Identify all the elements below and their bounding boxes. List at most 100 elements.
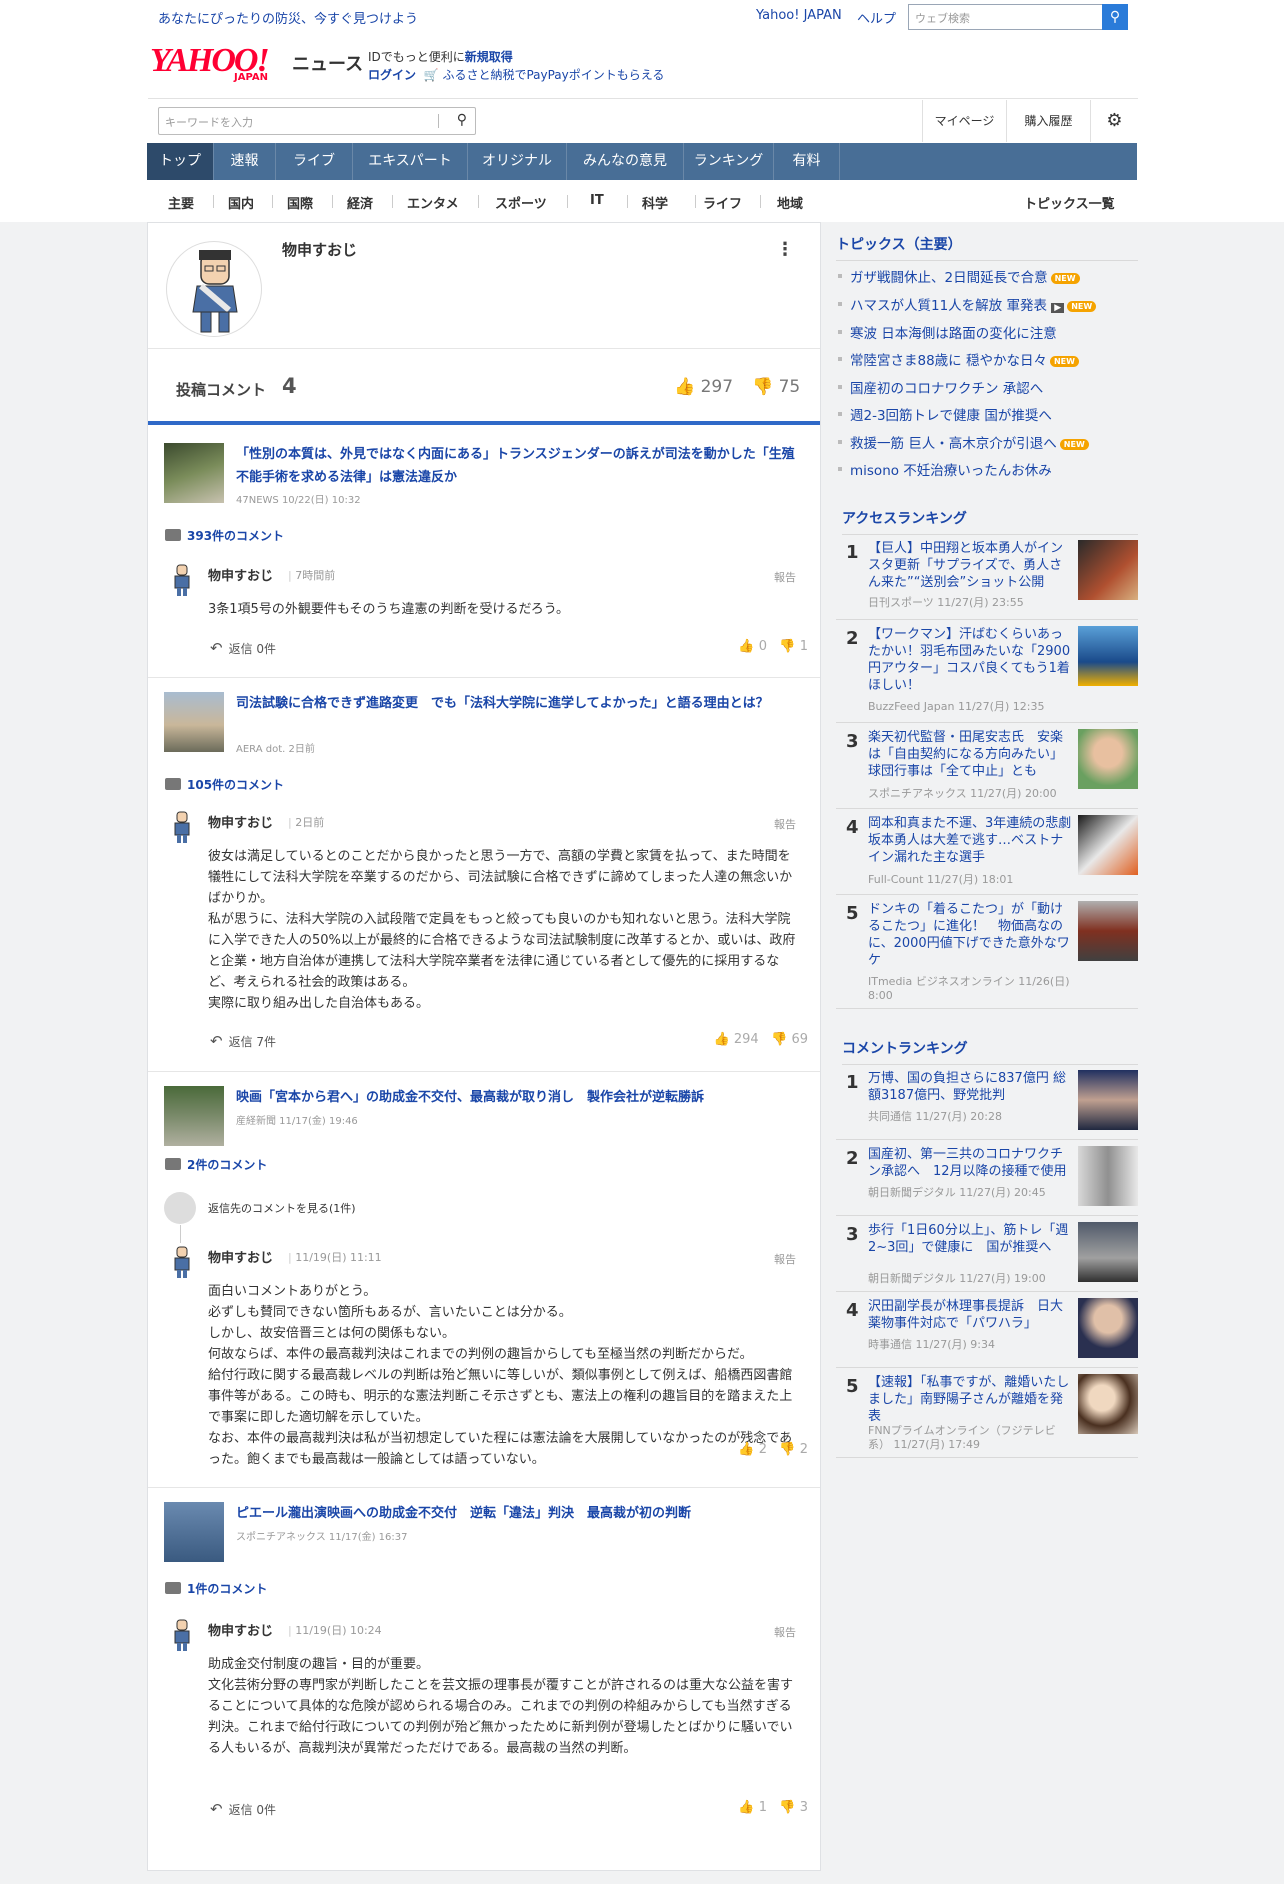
thumbs-down-button[interactable]: 👎 2 <box>779 1442 808 1457</box>
subnav-economy[interactable]: 経済 <box>347 193 373 212</box>
ranking-item[interactable]: 3 歩行「1日60分以上」、筋トレ「週2~3回」で健康に 国が推奨へ 朝日新聞デ… <box>836 1216 1138 1292</box>
article-thumbnail[interactable] <box>164 1502 224 1562</box>
subnav-main[interactable]: 主要 <box>168 193 194 212</box>
yahoo-logo[interactable]: YAHOO! JAPAN <box>150 44 290 84</box>
topics-list-link[interactable]: トピックス一覧 <box>1024 193 1115 212</box>
subnav-domestic[interactable]: 国内 <box>228 193 254 212</box>
search-icon[interactable]: ⚲ <box>457 112 467 128</box>
topic-item[interactable]: ガザ戦闘休止、2日間延長で合意 NEW <box>838 266 1080 286</box>
topics-heading[interactable]: トピックス（主要） <box>836 234 1138 261</box>
ranking-item[interactable]: 1 万博、国の負担さらに837億円 総額3187億円、野党批判 共同通信 11/… <box>836 1064 1138 1140</box>
up-count: 1 <box>758 1800 767 1815</box>
comment-author[interactable]: 物申すおじ <box>208 812 273 831</box>
ranking-item[interactable]: 2 国産初、第一三共のコロナワクチン承認へ 12月以降の接種で使用 朝日新聞デジ… <box>836 1140 1138 1216</box>
ranking-item[interactable]: 2 【ワークマン】汗ばむくらいあったかい！羽毛布団みたいな「2900円アウター」… <box>836 620 1138 723</box>
bullet <box>838 274 842 278</box>
avatar[interactable] <box>168 563 196 597</box>
avatar[interactable] <box>166 241 262 337</box>
ranking-item[interactable]: 4 沢田副学長が林理事長提訴 日大薬物事件対応で「パワハラ」 時事通信 11/2… <box>836 1292 1138 1368</box>
thumbs-up-button[interactable]: 👍 294 <box>714 1032 759 1047</box>
topic-item[interactable]: 救援一筋 巨人・高木京介が引退へ NEW <box>838 432 1089 452</box>
comment-author[interactable]: 物申すおじ <box>208 1620 273 1639</box>
report-link[interactable]: 報告 <box>774 816 796 832</box>
subnav-region[interactable]: 地域 <box>777 193 803 212</box>
anonymous-avatar <box>164 1192 196 1224</box>
subnav-world[interactable]: 国際 <box>287 193 313 212</box>
keyword-search-input[interactable]: キーワードを入力 ⚲ <box>158 107 476 135</box>
topic-item[interactable]: misono 不妊治療いったんお休み <box>838 459 1052 479</box>
mypage-button[interactable]: マイページ <box>922 100 1006 142</box>
topic-text: 救援一筋 巨人・高木京介が引退へ <box>850 436 1057 452</box>
comment-count-link[interactable]: 1件のコメント <box>165 1580 267 1597</box>
comment-count-link[interactable]: 393件のコメント <box>165 527 284 544</box>
reply-button[interactable]: ↶ 返信 0件 <box>210 639 276 657</box>
furusato-link[interactable]: ふるさと納税でPayPayポイントもらえる <box>442 68 664 82</box>
subnav-science[interactable]: 科学 <box>642 193 668 212</box>
subnav-sports[interactable]: スポーツ <box>495 193 547 212</box>
article-thumbnail[interactable] <box>164 1086 224 1146</box>
ranking-item[interactable]: 5 ドンキの「着るこたつ」が「動けるこたつ」に進化！ 物価高なのに、2000円値… <box>836 895 1138 1009</box>
ranking-thumbnail <box>1078 1222 1138 1282</box>
report-link[interactable]: 報告 <box>774 1251 796 1267</box>
comment-text: 助成金交付制度の趣旨・目的が重要。 文化芸術分野の専門家が判断したことを芸文振の… <box>208 1654 798 1759</box>
login-link[interactable]: ログイン <box>368 68 416 82</box>
avatar[interactable] <box>168 1245 196 1279</box>
tab-paid[interactable]: 有料 <box>774 143 840 180</box>
topic-item[interactable]: 国産初のコロナワクチン 承認へ <box>838 377 1043 397</box>
article-thumbnail[interactable] <box>164 692 224 752</box>
ranking-item[interactable]: 1 【巨人】中田翔と坂本勇人がインスタ更新「サプライズで、勇人さん来た”“送別会… <box>836 534 1138 620</box>
subnav-it[interactable]: IT <box>590 193 604 208</box>
topic-item[interactable]: 常陸宮さま88歳に 穏やかな日々 NEW <box>838 349 1079 369</box>
article-title[interactable]: ピエール瀧出演映画への助成金不交付 逆転「違法」判決 最高裁が初の判断 <box>236 1502 806 1525</box>
tab-live[interactable]: ライブ <box>276 143 353 180</box>
comment-author[interactable]: 物申すおじ <box>208 1247 273 1266</box>
yahoo-japan-link[interactable]: Yahoo! JAPAN <box>756 8 842 23</box>
reply-button[interactable]: ↶ 返信 0件 <box>210 1800 276 1818</box>
comment-count-link[interactable]: 105件のコメント <box>165 776 284 793</box>
comment-time: | 2日前 <box>288 816 325 829</box>
tab-breaking[interactable]: 速報 <box>214 143 276 180</box>
tab-ranking[interactable]: ランキング <box>684 143 774 180</box>
article-title[interactable]: 司法試験に合格できず進路変更 でも「法科大学院に進学してよかった」と語る理由とは… <box>236 692 806 715</box>
more-options-icon[interactable]: ⋮ <box>776 239 794 260</box>
article-title[interactable]: 映画「宮本から君へ」の助成金不交付、最高裁が取り消し 製作会社が逆転勝訴 <box>236 1086 806 1109</box>
report-link[interactable]: 報告 <box>774 1624 796 1640</box>
purchase-history-button[interactable]: 購入履歴 <box>1006 100 1090 142</box>
comments-count: 4 <box>282 374 297 398</box>
reply-button[interactable]: ↶ 返信 7件 <box>210 1032 276 1050</box>
tab-top[interactable]: トップ <box>147 143 214 180</box>
promo-link[interactable]: あなたにぴったりの防災、今すぐ見つけよう <box>158 8 418 27</box>
thumbs-up-button[interactable]: 👍 2 <box>738 1442 767 1457</box>
article-thumbnail[interactable] <box>164 443 224 503</box>
avatar[interactable] <box>168 1618 196 1652</box>
rank-number: 4 <box>846 817 859 838</box>
avatar[interactable] <box>168 810 196 844</box>
thumbs-up-button[interactable]: 👍 0 <box>738 639 767 654</box>
thumbs-down-button[interactable]: 👎 3 <box>779 1800 808 1815</box>
tab-expert[interactable]: エキスパート <box>353 143 468 180</box>
see-reply-target-link[interactable]: 返信先のコメントを見る(1件) <box>208 1200 356 1216</box>
subnav-life[interactable]: ライフ <box>703 193 742 212</box>
report-link[interactable]: 報告 <box>774 569 796 585</box>
subnav-entertainment[interactable]: エンタメ <box>407 193 459 212</box>
article-title[interactable]: 「性別の本質は、外見ではなく内面にある」トランスジェンダーの訴えが司法を動かした… <box>236 443 806 489</box>
help-link[interactable]: ヘルプ <box>857 8 896 27</box>
topic-item[interactable]: 寒波 日本海側は路面の変化に注意 <box>838 322 1057 342</box>
search-icon[interactable]: ⚲ <box>1102 4 1128 30</box>
gear-icon[interactable]: ⚙ <box>1090 100 1138 142</box>
tab-opinions[interactable]: みんなの意見 <box>567 143 684 180</box>
comment-count-link[interactable]: 2件のコメント <box>165 1156 267 1173</box>
tab-original[interactable]: オリジナル <box>468 143 567 180</box>
comment-author[interactable]: 物申すおじ <box>208 565 273 584</box>
register-link[interactable]: 新規取得 <box>465 50 513 64</box>
thumbs-down-button[interactable]: 👎 69 <box>771 1032 808 1047</box>
login-row: ログイン 🛒 ふるさと納税でPayPayポイントもらえる <box>368 66 664 83</box>
ranking-item[interactable]: 5 【速報】「私事ですが、離婚いたしました」南野陽子さんが離婚を発表 FNNプラ… <box>836 1368 1138 1458</box>
ranking-item[interactable]: 4 岡本和真また不運、3年連続の悲劇 坂本勇人は大差で逃す…ベストナイン漏れた主… <box>836 809 1138 895</box>
topic-item[interactable]: 週2-3回筋トレで健康 国が推奨へ <box>838 404 1052 424</box>
thumbs-down-button[interactable]: 👎 1 <box>779 639 808 654</box>
topic-item[interactable]: ハマスが人質11人を解放 軍発表 ▶ NEW <box>838 294 1097 314</box>
thumbs-up-button[interactable]: 👍 1 <box>738 1800 767 1815</box>
web-search-input[interactable]: ウェブ検索 ⚲ <box>908 4 1128 30</box>
ranking-item[interactable]: 3 楽天初代監督・田尾安志氏 安楽は「自由契約になる方向みたい」球団行事は「全て… <box>836 723 1138 809</box>
